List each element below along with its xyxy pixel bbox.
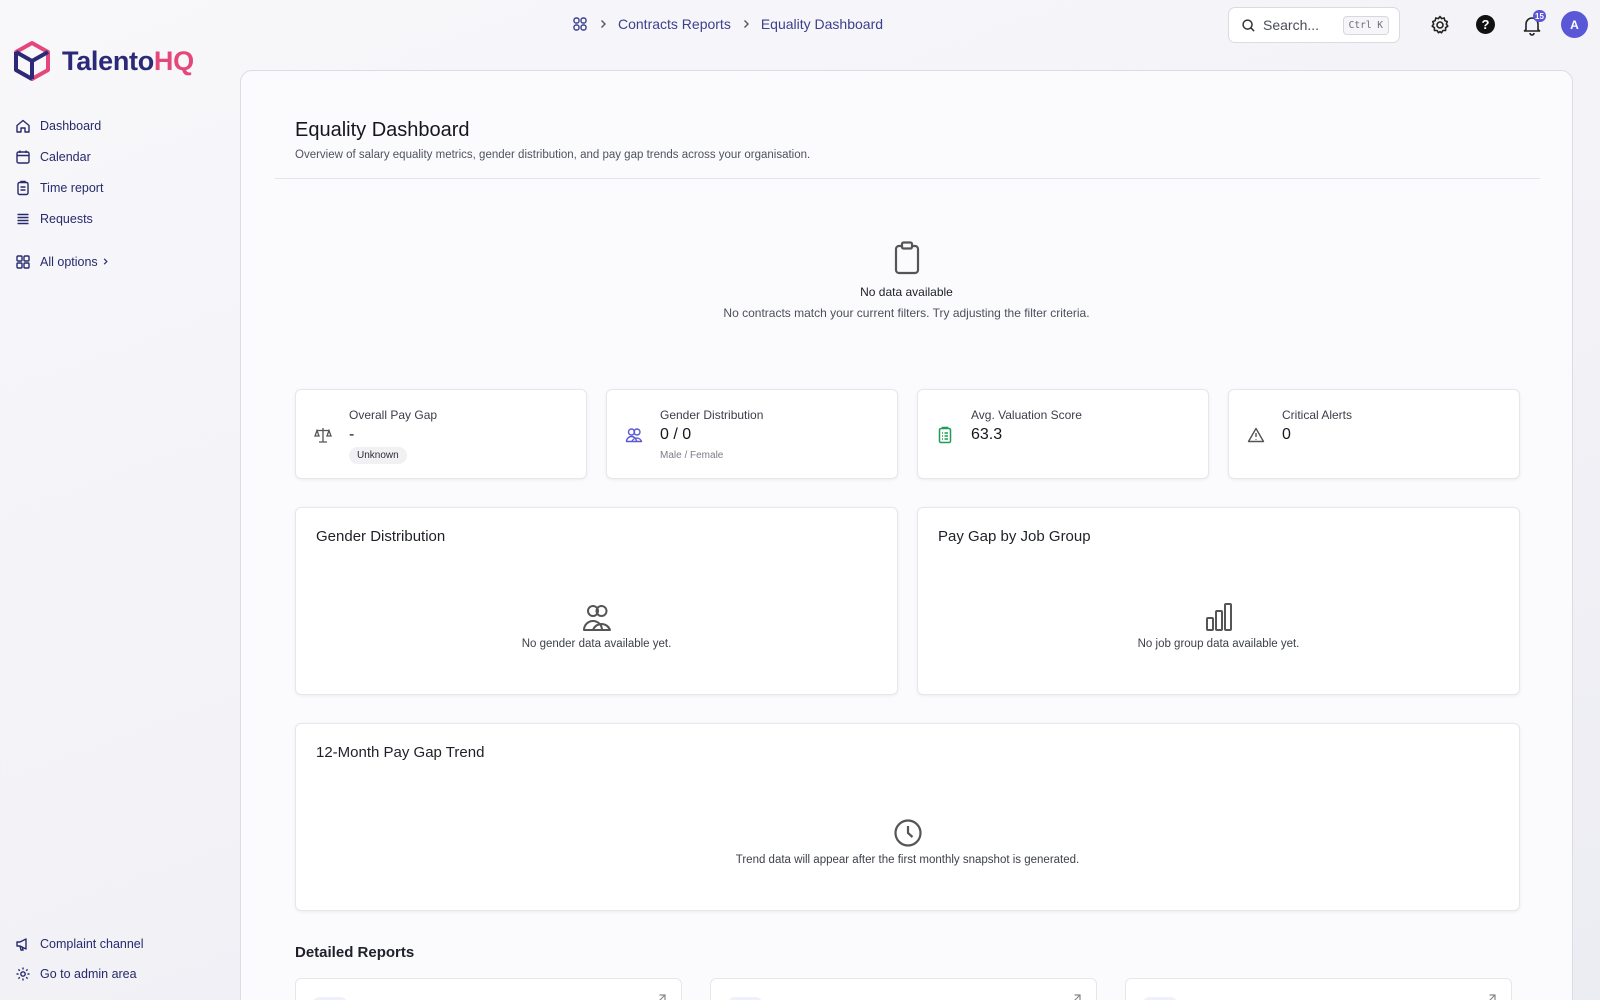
list-icon	[17, 213, 29, 224]
breadcrumb-current: Equality Dashboard	[760, 16, 884, 32]
panel-empty-state: No job group data available yet.	[918, 602, 1519, 650]
stat-card-gender-distribution: Gender Distribution 0 / 0 Male / Female	[606, 389, 898, 479]
sidebar-item-label: Requests	[40, 211, 93, 226]
search-placeholder: Search...	[1263, 17, 1320, 33]
sidebar-item-label: Calendar	[40, 149, 91, 164]
chevron-right-icon	[601, 20, 606, 28]
search-shortcut: Ctrl K	[1342, 15, 1389, 35]
scale-icon	[314, 428, 332, 443]
stat-subtext: Male / Female	[660, 450, 724, 461]
stat-label: Critical Alerts	[1282, 408, 1353, 422]
panel-empty-message: No job group data available yet.	[1137, 638, 1300, 650]
search-icon	[1242, 18, 1255, 32]
bar-chart-icon	[1205, 603, 1232, 631]
stat-value: 0	[1282, 426, 1291, 443]
clipboard-icon	[894, 241, 919, 275]
report-card[interactable]	[710, 978, 1097, 1000]
stat-card-avg-valuation-score: Avg. Valuation Score 63.3	[917, 389, 1209, 479]
sidebar-item-label: Complaint channel	[40, 937, 144, 951]
help-icon[interactable]: ?	[1476, 15, 1495, 34]
logo[interactable]: TalentoHQ	[12, 40, 194, 82]
grid-icon	[16, 254, 30, 269]
clipboard-icon	[17, 180, 29, 195]
divider	[275, 178, 1540, 179]
panel-title: 12-Month Pay Gap Trend	[316, 744, 485, 761]
external-link-icon	[1074, 994, 1081, 1000]
stat-card-overall-pay-gap: Overall Pay Gap - Unknown	[295, 389, 587, 479]
stat-value: 63.3	[971, 426, 1003, 443]
sidebar-item-label: Dashboard	[40, 118, 102, 133]
main-panel: Equality Dashboard Overview of salary eq…	[240, 70, 1573, 1000]
detailed-reports-title: Detailed Reports	[295, 944, 415, 961]
avatar[interactable]: A	[1561, 11, 1588, 38]
status-badge: Unknown	[349, 447, 407, 464]
pay-gap-trend-panel: 12-Month Pay Gap Trend Trend data will a…	[295, 723, 1520, 911]
empty-state: No data available No contracts match you…	[241, 241, 1572, 320]
sidebar-item-admin-area[interactable]: Go to admin area	[15, 959, 144, 989]
clock-icon	[893, 819, 922, 847]
gear-icon	[16, 967, 30, 981]
external-link-icon	[1489, 994, 1496, 1000]
panel-title: Pay Gap by Job Group	[938, 528, 1091, 545]
empty-state-message: No contracts match your current filters.…	[723, 306, 1090, 320]
chevron-right-icon	[743, 20, 749, 28]
logo-cube-icon	[14, 41, 50, 81]
users-icon	[625, 428, 643, 443]
report-card[interactable]	[295, 978, 682, 1000]
panel-empty-state: No gender data available yet.	[296, 602, 897, 650]
home-icon	[16, 119, 30, 133]
sidebar-item-all-options[interactable]: All options	[15, 246, 110, 277]
sidebar: TalentoHQ Dashboard Calendar Time report…	[0, 0, 236, 1000]
breadcrumb-contracts-reports[interactable]: Contracts Reports	[618, 16, 731, 32]
pay-gap-by-job-group-panel: Pay Gap by Job Group No job group data a…	[917, 507, 1520, 695]
clipboard-list-icon	[938, 426, 952, 444]
megaphone-icon	[16, 938, 27, 951]
sidebar-item-requests[interactable]: Requests	[15, 203, 110, 234]
warning-triangle-icon	[1247, 427, 1265, 443]
page-title: Equality Dashboard	[295, 119, 470, 141]
sidebar-item-dashboard[interactable]: Dashboard	[15, 110, 110, 141]
sidebar-item-complaint-channel[interactable]: Complaint channel	[15, 929, 144, 959]
sidebar-item-label: Time report	[40, 180, 104, 195]
notification-badge: 15	[1533, 10, 1546, 22]
panel-empty-message: Trend data will appear after the first m…	[735, 854, 1080, 866]
users-icon	[582, 605, 611, 631]
external-link-icon	[659, 994, 666, 1000]
empty-state-title: No data available	[860, 285, 953, 299]
sidebar-item-label: Go to admin area	[40, 967, 137, 981]
report-card[interactable]	[1125, 978, 1512, 1000]
stat-value: 0 / 0	[660, 426, 692, 443]
panel-empty-state: Trend data will appear after the first m…	[296, 818, 1519, 866]
sidebar-nav: Dashboard Calendar Time report Requests …	[15, 110, 110, 277]
breadcrumb: Contracts Reports Equality Dashboard	[572, 16, 883, 32]
sidebar-item-label: All options	[40, 254, 98, 269]
panel-empty-message: No gender data available yet.	[521, 638, 672, 650]
stat-value: -	[349, 426, 355, 443]
panel-title: Gender Distribution	[316, 528, 446, 545]
stat-label: Avg. Valuation Score	[971, 408, 1082, 422]
stat-label: Gender Distribution	[660, 408, 764, 422]
sidebar-item-time-report[interactable]: Time report	[15, 172, 110, 203]
logo-text: TalentoHQ	[62, 45, 194, 76]
stat-card-critical-alerts: Critical Alerts 0	[1228, 389, 1520, 479]
search-input[interactable]: Search... Ctrl K	[1228, 7, 1400, 43]
apps-grid-icon[interactable]	[572, 16, 588, 32]
calendar-icon	[16, 150, 30, 164]
sidebar-item-calendar[interactable]: Calendar	[15, 141, 110, 172]
chevron-right-icon	[103, 258, 108, 265]
sidebar-bottom: Complaint channel Go to admin area	[15, 929, 144, 989]
gender-distribution-panel: Gender Distribution No gender data avail…	[295, 507, 898, 695]
settings-gear-icon[interactable]	[1429, 14, 1451, 36]
stat-label: Overall Pay Gap	[349, 408, 438, 422]
page-subtitle: Overview of salary equality metrics, gen…	[295, 149, 811, 161]
